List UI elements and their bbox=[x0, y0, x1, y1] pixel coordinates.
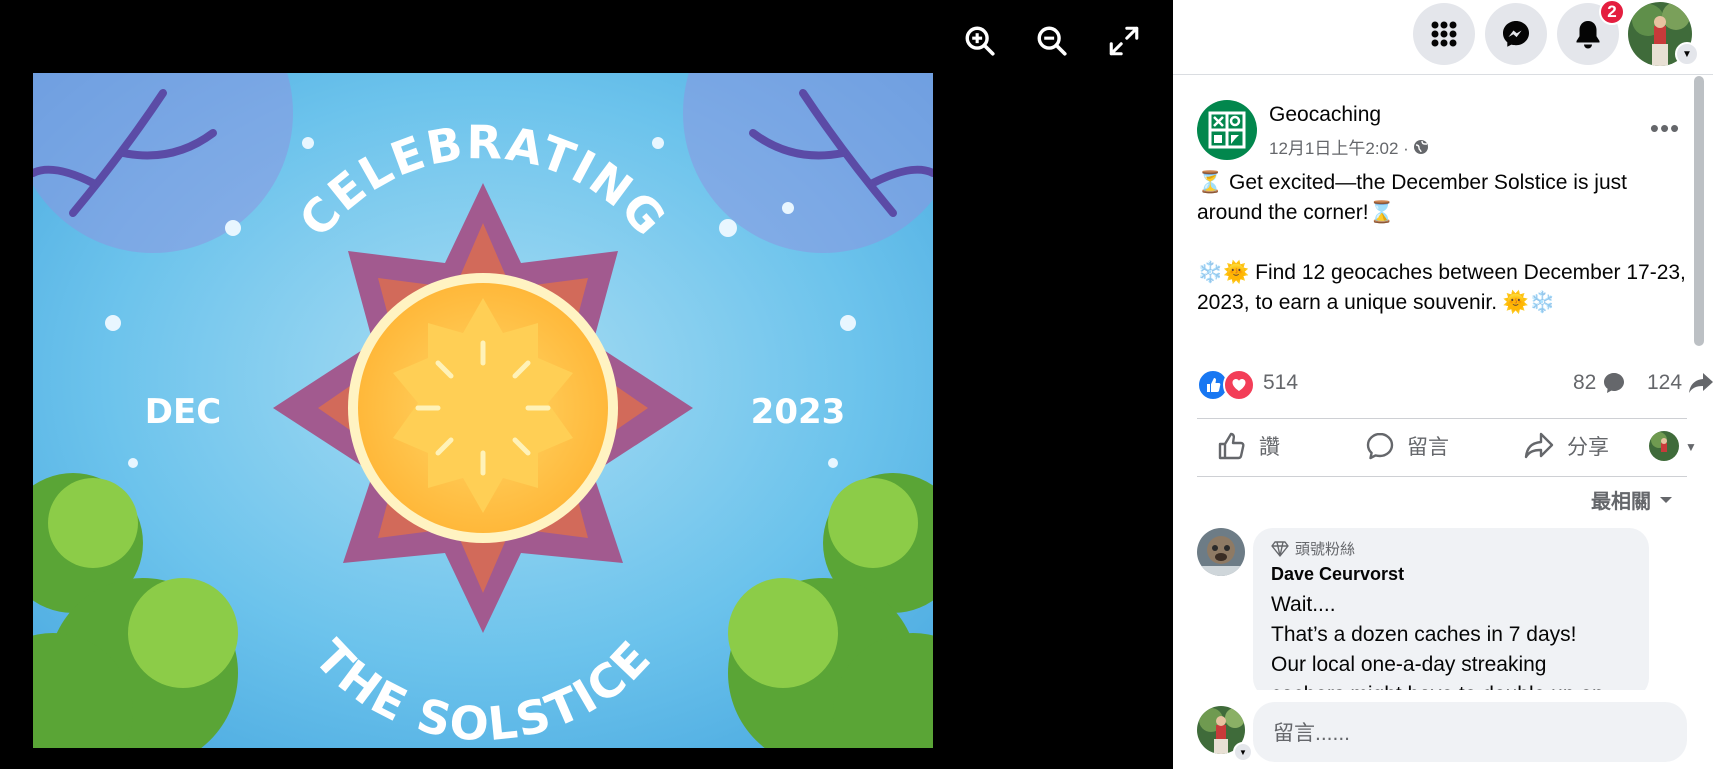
commenter-name[interactable]: Dave Ceurvorst bbox=[1271, 564, 1404, 585]
comment-bubble-icon bbox=[1604, 373, 1625, 393]
menu-button[interactable] bbox=[1413, 3, 1475, 65]
commenter-avatar[interactable] bbox=[1197, 528, 1245, 576]
account-menu-chevron-icon[interactable]: ▼ bbox=[1675, 42, 1699, 66]
comment-icon bbox=[1366, 432, 1394, 460]
like-button[interactable]: 讚 bbox=[1217, 422, 1280, 470]
top-navigation: 2 ▼ bbox=[1173, 0, 1713, 75]
post-paragraph-2: ❄️🌞 Find 12 geocaches between December 1… bbox=[1197, 261, 1686, 314]
sort-label: 最相關 bbox=[1591, 491, 1651, 513]
page-avatar[interactable] bbox=[1197, 100, 1257, 160]
notifications-button[interactable]: 2 bbox=[1557, 0, 1625, 65]
panel-scrollbar[interactable] bbox=[1694, 76, 1704, 346]
fullscreen-button[interactable] bbox=[1105, 22, 1143, 60]
zoom-out-button[interactable] bbox=[1033, 22, 1071, 60]
reactions-summary: 514 82 124 bbox=[1197, 367, 1713, 403]
top-fan-label: 頭號粉絲 bbox=[1295, 541, 1356, 558]
comments-count[interactable]: 82 bbox=[1573, 371, 1626, 395]
zoom-in-icon bbox=[965, 26, 995, 56]
post-timestamp[interactable]: 12月1日上午2:02 · bbox=[1269, 134, 1429, 159]
reaction-icons[interactable] bbox=[1197, 369, 1255, 401]
post-actions: 讚 留言 分享 ▼ bbox=[1197, 422, 1697, 470]
reactions-count[interactable]: 514 bbox=[1263, 371, 1298, 395]
diamond-icon bbox=[1271, 540, 1289, 557]
zoom-out-icon bbox=[1037, 26, 1067, 56]
comment-input[interactable]: 留言...... bbox=[1253, 702, 1687, 762]
globe-icon bbox=[1413, 139, 1428, 154]
comment-button[interactable]: 留言 bbox=[1365, 422, 1449, 470]
post-paragraph-1: ⏳ Get excited—the December Solstice is j… bbox=[1197, 171, 1627, 224]
share-arrow-icon bbox=[1689, 373, 1713, 393]
image-left-text: DEC bbox=[145, 392, 221, 432]
chevron-down-icon bbox=[1660, 496, 1672, 503]
comment-line: cachers might have to double up on bbox=[1271, 680, 1641, 690]
comment-line: That’s a dozen caches in 7 days! bbox=[1271, 623, 1577, 646]
shares-count[interactable]: 124 bbox=[1647, 371, 1713, 395]
comment-composer: ▼ 留言...... bbox=[1197, 702, 1697, 769]
post-panel: 2 ▼ Geocaching 12月1日上午2:02 · ••• ⏳ Get e… bbox=[1173, 0, 1713, 769]
divider bbox=[1197, 476, 1687, 477]
viewer-toolbar bbox=[961, 22, 1143, 60]
comments-count-text: 82 bbox=[1573, 371, 1597, 394]
thumbs-up-icon bbox=[1218, 432, 1245, 460]
post-header: Geocaching 12月1日上午2:02 · bbox=[1197, 100, 1677, 162]
messenger-button[interactable] bbox=[1485, 3, 1547, 65]
comment-text: Wait.... That’s a dozen caches in 7 days… bbox=[1271, 590, 1641, 690]
share-icon bbox=[1524, 432, 1554, 459]
share-label: 分享 bbox=[1567, 436, 1609, 459]
image-right-text: 2023 bbox=[751, 392, 846, 432]
photo-viewer: CELEBRATING THE SOLSTICE DEC 2023 bbox=[0, 0, 1173, 769]
more-options-icon[interactable]: ••• bbox=[1647, 110, 1683, 146]
react-as-chevron-icon[interactable]: ▼ bbox=[1685, 440, 1697, 454]
bell-icon bbox=[1576, 21, 1600, 49]
notification-count-badge: 2 bbox=[1599, 0, 1625, 25]
post-time-text: 12月1日上午2:02 · bbox=[1269, 139, 1409, 158]
comment-label: 留言 bbox=[1407, 436, 1449, 459]
comment-line: Our local one-a-day streaking bbox=[1271, 653, 1547, 676]
top-fan-badge[interactable]: 頭號粉絲 bbox=[1271, 538, 1355, 559]
messenger-icon bbox=[1503, 21, 1529, 47]
comment-line: Wait.... bbox=[1271, 593, 1336, 616]
comment-sort-dropdown[interactable]: 最相關 bbox=[1591, 485, 1673, 514]
post-text: ⏳ Get excited—the December Solstice is j… bbox=[1197, 168, 1687, 348]
grid-menu-icon bbox=[1431, 21, 1457, 47]
zoom-in-button[interactable] bbox=[961, 22, 999, 60]
geocaching-logo-icon bbox=[1208, 111, 1246, 149]
love-reaction-icon bbox=[1223, 369, 1255, 401]
composer-account-chevron-icon[interactable]: ▼ bbox=[1233, 742, 1253, 762]
page-name[interactable]: Geocaching bbox=[1269, 103, 1381, 127]
post-image[interactable]: CELEBRATING THE SOLSTICE DEC 2023 bbox=[33, 73, 933, 748]
react-as-avatar[interactable] bbox=[1649, 431, 1679, 461]
like-label: 讚 bbox=[1259, 436, 1280, 459]
comment-bubble: 頭號粉絲 Dave Ceurvorst Wait.... That’s a do… bbox=[1253, 528, 1649, 690]
shares-count-text: 124 bbox=[1647, 371, 1683, 394]
comment-item: 頭號粉絲 Dave Ceurvorst Wait.... That’s a do… bbox=[1197, 528, 1697, 690]
share-button[interactable]: 分享 bbox=[1523, 422, 1609, 470]
fullscreen-icon bbox=[1109, 26, 1139, 56]
divider bbox=[1197, 418, 1687, 419]
